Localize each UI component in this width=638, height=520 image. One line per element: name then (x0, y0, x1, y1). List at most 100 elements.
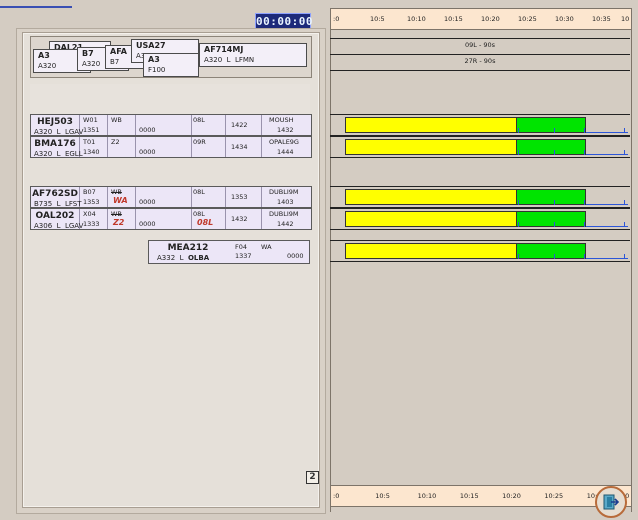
exit-icon (603, 494, 620, 510)
flight-strip[interactable]: BMA176 A320 L EGLL T01 1340 0000 09R 1434 OPALE… (30, 136, 312, 158)
strip-divider (135, 209, 136, 229)
arrival-window-bar[interactable] (345, 139, 517, 155)
timeline-bar-row[interactable] (330, 208, 630, 230)
stacked-strip[interactable]: A3 F100 (143, 53, 199, 77)
strip-mea212[interactable]: MEA212 A332 L OLBA F04 1337 WA 0000 (148, 240, 310, 264)
timeline-bar-row[interactable] (330, 240, 630, 262)
time-tick-label: 10:5 (370, 15, 385, 23)
strip-fix: DUBLI9M (269, 188, 299, 196)
slot-window-bar[interactable] (516, 211, 586, 227)
stacked-strip-type: A320 (38, 62, 57, 70)
stacked-strip-callsign: A3 (38, 51, 50, 60)
strip-divider (191, 187, 192, 207)
timeline-footer: :010:510:1010:1510:2010:2510:3010 (330, 485, 632, 507)
timeline-bar-row[interactable] (330, 114, 630, 136)
flight-strip[interactable]: HEJ503 A320 L LGAV W01 1351 0000 08L 1422 MOUSH… (30, 114, 312, 136)
slot-window-bar[interactable] (516, 243, 586, 259)
strip-rwy-handwritten: 08L (197, 218, 214, 227)
schedule-tick (554, 200, 555, 205)
strip-code: 0000 (287, 252, 304, 260)
arrival-window-bar[interactable] (345, 211, 517, 227)
strip-eta: 1353 (231, 193, 248, 201)
strip-fix: MOUSH (269, 116, 294, 124)
schedule-tick (518, 254, 519, 259)
strip-time1: 1351 (83, 126, 100, 134)
exit-button[interactable] (595, 486, 627, 518)
timeline-bar-row[interactable] (330, 186, 630, 208)
schedule-tick (624, 150, 625, 155)
arrival-window-bar[interactable] (345, 117, 517, 133)
strip-divider (261, 137, 262, 157)
strip-pos: W01 (83, 116, 98, 124)
strip-callsign: AF762SD (32, 189, 78, 199)
strip-sq-handwritten: WA (113, 196, 128, 205)
strip-callsign: MEA212 (167, 243, 209, 253)
strip-callsign: BMA176 (34, 139, 76, 149)
strip-type-line: B735 L LFST (34, 200, 82, 208)
arrival-window-bar[interactable] (345, 243, 517, 259)
schedule-tick (554, 150, 555, 155)
strip-divider (225, 187, 226, 207)
schedule-tick (624, 128, 625, 133)
flight-strip[interactable]: AF762SD B735 L LFST B07 1353 0000 08L 1353 DUBL… (30, 186, 312, 208)
strip-divider (225, 115, 226, 135)
schedule-tick (554, 254, 555, 259)
strip-sq: WB (111, 188, 122, 196)
slot-window-bar[interactable] (516, 117, 586, 133)
strip-fixtime: 1444 (277, 148, 294, 156)
time-tick-label: 10:25 (544, 492, 564, 500)
strip-rwy: 09R (193, 138, 206, 146)
time-tick-label: :0 (333, 492, 340, 500)
strip-list-header (30, 84, 310, 115)
stacked-strip-callsign: A3 (148, 55, 160, 64)
schedule-tick (518, 150, 519, 155)
strip-divider (135, 115, 136, 135)
schedule-line (586, 258, 628, 259)
schedule-tick (624, 200, 625, 205)
strip-stack[interactable]: DAL21B76A3A320B7A320AFAB7USA27A332A3F100… (30, 36, 312, 78)
strip-fix: DUBLI9M (269, 210, 299, 218)
strip-fixtime: 1442 (277, 220, 294, 228)
strip-rwy: 08L (193, 188, 205, 196)
strip-sq: WA (261, 243, 272, 251)
strip-time: 1337 (235, 252, 252, 260)
timeline-bar-row[interactable] (330, 136, 630, 158)
time-tick-label: 10:20 (502, 492, 521, 500)
strip-type-line: A320 L LGAV (34, 128, 84, 136)
strip-pos: F04 (235, 243, 248, 251)
strip-sq: WB (111, 210, 122, 218)
strip-divider (107, 115, 108, 135)
strip-fix: OPALE9G (269, 138, 299, 146)
strip-fixtime: 1432 (277, 126, 294, 134)
time-tick-label: 10:5 (375, 492, 390, 500)
strip-divider (135, 137, 136, 157)
strip-type-line: A332 L OLBA (157, 254, 210, 262)
arrival-window-bar[interactable] (345, 189, 517, 205)
strip-sq-handwritten: Z2 (113, 218, 125, 227)
stacked-strip-callsign: USA27 (136, 41, 166, 50)
time-tick-label: 10:15 (459, 492, 479, 500)
time-tick-label: :0 (333, 15, 340, 23)
strip-divider (107, 209, 108, 229)
stacked-strip-type: A320 L LFMN (204, 56, 255, 64)
slot-window-bar[interactable] (516, 189, 586, 205)
schedule-tick (624, 254, 625, 259)
stacked-strip-callsign: B7 (82, 49, 94, 58)
strip-fixtime: 1403 (277, 198, 294, 206)
strip-rwy: 08L (193, 116, 205, 124)
schedule-tick (584, 200, 585, 205)
strip-divider (261, 209, 262, 229)
flight-strip[interactable]: OAL202 A306 L LGAV X04 1333 0000 08L 1432 DUBLI… (30, 208, 312, 230)
stacked-strip[interactable]: AF714MJ A320 L LFMN (199, 43, 307, 67)
schedule-tick (518, 128, 519, 133)
time-tick-label: 10:10 (417, 492, 437, 500)
strip-callsign: OAL202 (35, 211, 75, 221)
strip-code: 0000 (139, 148, 156, 156)
strip-rwy: 08L (193, 210, 205, 218)
schedule-line (586, 132, 628, 133)
selection-indicator[interactable]: 2 (306, 471, 319, 484)
time-tick-label: 10:20 (481, 15, 500, 23)
strip-divider (225, 209, 226, 229)
slot-window-bar[interactable] (516, 139, 586, 155)
stacked-strip-type: B7 (110, 58, 120, 66)
